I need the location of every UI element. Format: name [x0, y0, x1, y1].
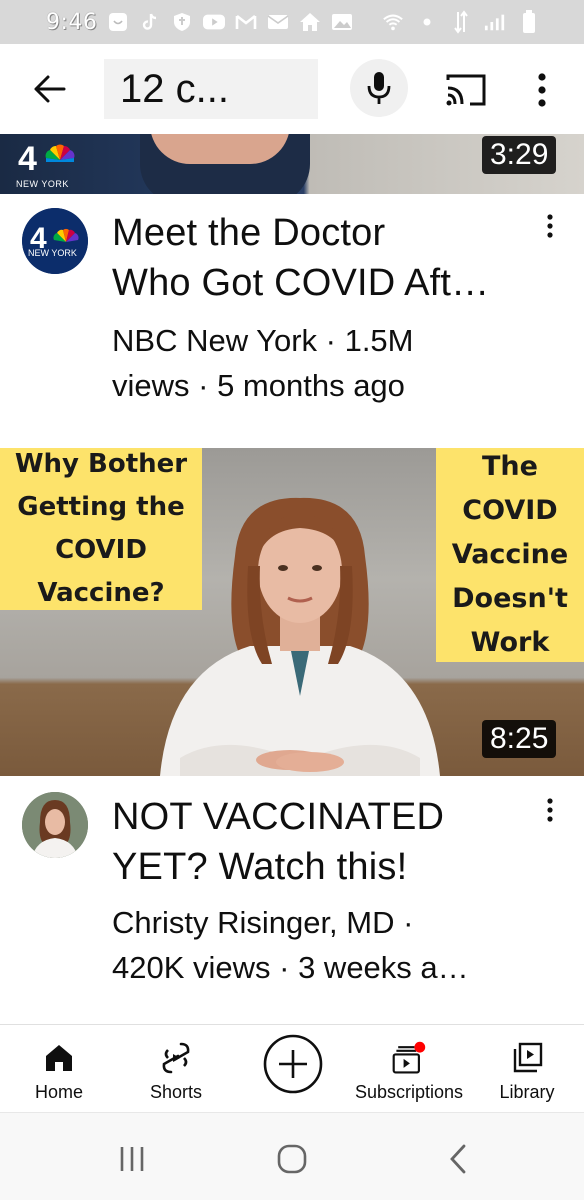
cast-icon[interactable] — [444, 72, 488, 108]
notification-dot — [414, 1041, 426, 1053]
recents-icon[interactable] — [114, 1141, 150, 1177]
nav-shorts-label: Shorts — [149, 1082, 203, 1102]
tiktok-icon — [139, 12, 161, 32]
nav-subscriptions-label: Subscriptions — [354, 1082, 464, 1102]
nav-home-label: Home — [34, 1082, 83, 1102]
subscriptions-icon — [391, 1040, 427, 1076]
nav-library-label: Library — [499, 1082, 555, 1102]
nav-shorts[interactable]: Shorts — [136, 1025, 216, 1113]
status-right-group — [382, 10, 540, 34]
wifi-icon — [382, 12, 404, 32]
nav-home[interactable]: Home — [24, 1025, 94, 1113]
thumbnail-left-line1: Why Bother — [14, 449, 188, 479]
home-icon — [299, 12, 321, 32]
video-title[interactable]: Meet the Doctor Who Got COVID Aft… — [112, 208, 532, 308]
avatar-logo-text: NEW YORK — [28, 248, 77, 258]
thumbnail-left-caption: Why Bother Getting the COVID Vaccine? — [0, 448, 202, 610]
shield-icon — [171, 12, 193, 32]
photo-icon — [331, 12, 353, 32]
more-vertical-icon[interactable] — [540, 212, 560, 242]
svg-text:4: 4 — [18, 142, 37, 174]
video-meta: NBC New York · 1.5M views · 5 months ago — [112, 318, 532, 408]
youtube-search-results: 9:46 12 c... 4 NEW YORK 3:29 4 NEW YORK … — [0, 0, 584, 1200]
video-meta-line2: 420K views · 3 weeks a… — [112, 950, 469, 985]
nav-library[interactable]: Library — [492, 1025, 562, 1113]
dot-icon — [416, 12, 438, 32]
video-duration: 8:25 — [482, 720, 557, 758]
more-vertical-icon[interactable] — [530, 68, 554, 112]
thumbnail-right-line4: Doesn't — [452, 583, 568, 614]
video-meta: Christy Risinger, MD · 420K views · 3 we… — [112, 900, 532, 990]
signal-icon — [484, 12, 506, 32]
thumbnail-right-line1: The — [482, 451, 538, 482]
channel-avatar[interactable]: 4 NEW YORK — [22, 208, 88, 274]
more-vertical-icon[interactable] — [540, 796, 560, 826]
status-time: 9:46 — [46, 9, 98, 35]
create-plus-icon — [262, 1033, 324, 1095]
data-arrows-icon — [450, 10, 472, 34]
video-thumbnail[interactable]: 4 NEW YORK 3:29 — [0, 134, 584, 194]
search-query-box[interactable]: 12 c... — [104, 59, 404, 119]
video-title-line1[interactable]: NOT VACCINATED — [112, 792, 532, 842]
nav-subscriptions[interactable]: Subscriptions — [350, 1025, 468, 1113]
video-title-line1[interactable]: Meet the Doctor — [112, 208, 532, 258]
thumbnail-right-line5: Work — [470, 627, 550, 658]
video-info[interactable]: NOT VACCINATED YET? Watch this! Christy … — [0, 776, 584, 996]
battery-icon — [518, 10, 540, 33]
home-circle-icon[interactable] — [274, 1141, 310, 1177]
android-navigation-bar — [0, 1112, 584, 1200]
back-arrow-icon[interactable] — [30, 69, 70, 109]
video-meta-line2: views · 5 months ago — [112, 368, 405, 403]
home-icon — [41, 1040, 77, 1076]
video-duration: 3:29 — [482, 136, 557, 174]
thumbnail-right-line2: COVID — [462, 495, 558, 526]
library-icon — [509, 1040, 545, 1076]
video-title[interactable]: NOT VACCINATED YET? Watch this! — [112, 792, 532, 892]
thumbnail-left-line4: Vaccine? — [37, 578, 165, 608]
status-bar: 9:46 — [0, 0, 584, 44]
thumbnail-right-line3: Vaccine — [451, 539, 569, 570]
video-title-line2[interactable]: YET? Watch this! — [112, 842, 532, 892]
bottom-navigation: Home Shorts Subscriptions Library — [0, 1024, 584, 1112]
thumbnail-left-line2: Getting the — [17, 492, 185, 522]
video-meta-line1: Christy Risinger, MD · — [112, 905, 414, 940]
video-info[interactable]: 4 NEW YORK Meet the Doctor Who Got COVID… — [0, 194, 584, 414]
back-chevron-icon[interactable] — [440, 1141, 476, 1177]
shorts-icon — [158, 1040, 194, 1076]
mic-icon[interactable] — [350, 59, 408, 117]
thumbnail-right-caption: The COVID Vaccine Doesn't Work — [436, 448, 584, 662]
youtube-icon — [203, 12, 226, 32]
mail-icon — [267, 12, 289, 32]
nbc-logo: 4 NEW YORK — [16, 140, 86, 189]
video-title-line2[interactable]: Who Got COVID Aft… — [112, 258, 532, 308]
search-query-text[interactable]: 12 c... — [120, 67, 229, 112]
gmail-icon — [235, 12, 257, 32]
video-thumbnail[interactable]: Why Bother Getting the COVID Vaccine? Th… — [0, 448, 584, 776]
ghost-icon — [107, 12, 129, 32]
nbc-logo-text: NEW YORK — [16, 179, 69, 189]
video-meta-line1: NBC New York · 1.5M — [112, 323, 414, 358]
channel-avatar[interactable] — [22, 792, 88, 858]
thumbnail-left-line3: COVID — [55, 535, 147, 565]
nav-create[interactable] — [258, 1025, 328, 1113]
search-header: 12 c... — [0, 44, 584, 134]
